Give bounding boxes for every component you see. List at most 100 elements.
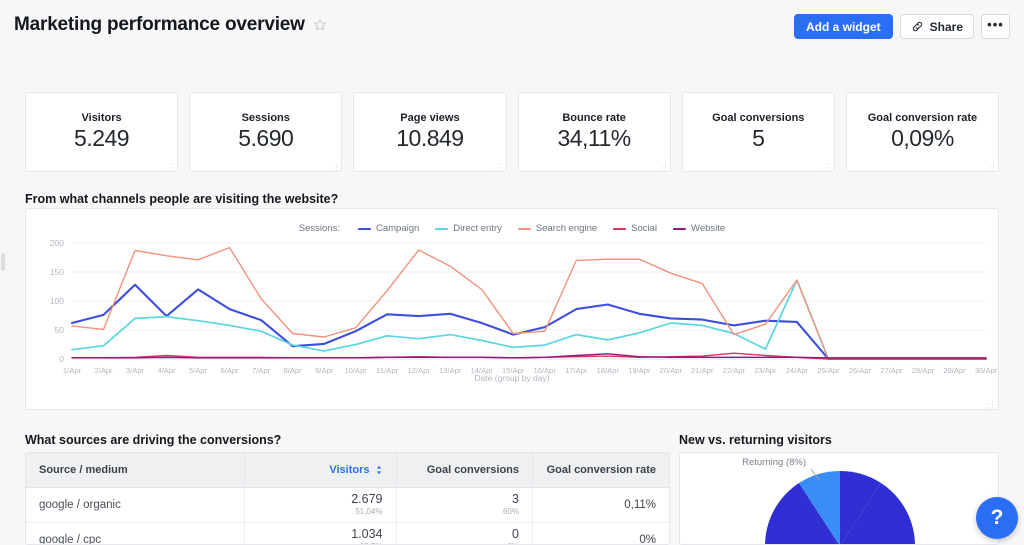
sources-table: Source / medium Visitors Goal conversion… [26,453,669,544]
legend-label: Social [631,223,658,234]
star-icon[interactable] [313,18,327,32]
share-button-label: Share [929,19,963,34]
resize-grip-icon[interactable] [165,159,174,172]
cell-goal-conversion-rate: 0% [532,522,669,544]
cell-conversions-percent: 60% [502,506,519,516]
link-icon [911,20,924,33]
table-row[interactable]: google / cpc 1.034 19,7% 0 0% 0% [26,522,669,544]
add-widget-button[interactable]: Add a widget [793,14,893,39]
legend-item-direct-entry[interactable]: Direct entry [435,223,502,234]
cell-visitors-percent: 51,04% [355,506,383,516]
cell-goal-conversions: 0 0% [396,522,533,544]
kpi-label: Goal conversion rate [867,112,978,124]
cell-visitors-value: 2.679 [351,491,383,506]
legend-swatch [613,227,627,230]
table-header: Source / medium Visitors Goal conversion… [26,453,669,488]
kpi-label: Page views [400,112,460,124]
svg-text:50: 50 [55,325,65,335]
cell-goal-conversions: 3 60% [396,487,533,523]
legend-swatch [517,227,531,230]
kpi-card-goal-conversions[interactable]: Goal conversions 5 [681,92,835,172]
legend-item-campaign[interactable]: Campaign [357,223,420,234]
legend-swatch [435,227,449,230]
table-row[interactable]: google / organic 2.679 51,04% 3 60% 0,11… [26,487,669,523]
resize-grip-icon[interactable] [985,396,994,409]
column-header-source[interactable]: Source / medium [26,453,245,488]
channels-chart-panel: Sessions: Campaign Direct entry Search e… [25,208,999,410]
series-line-direct-entry [71,279,987,360]
title-group: Marketing performance overview [14,14,327,36]
page-header: Marketing performance overview Add a wid… [0,0,1024,56]
column-header-goal-conversion-rate[interactable]: Goal conversion rate [532,453,669,488]
kpi-card-visitors[interactable]: Visitors 5.249 [25,92,179,172]
page-title: Marketing performance overview [14,14,305,35]
kpi-value: 5.249 [74,125,130,151]
cell-visitors: 2.679 51,04% [244,487,397,523]
chart-legend: Sessions: Campaign Direct entry Search e… [26,223,998,234]
kpi-card-goal-conversion-rate[interactable]: Goal conversion rate 0,09% [845,92,1000,172]
column-header-visitors-label: Visitors [329,463,370,476]
kpi-label: Bounce rate [562,112,626,124]
kpi-card-bounce-rate[interactable]: Bounce rate 34,11% [517,92,671,172]
kpi-label: Goal conversions [712,112,805,124]
resize-grip-icon[interactable] [329,159,338,172]
new-vs-returning-panel[interactable]: Returning (8%) [679,452,999,545]
legend-item-website[interactable]: Website [673,223,725,234]
column-header-visitors[interactable]: Visitors [244,453,397,488]
kpi-value: 5 [752,125,765,151]
legend-swatch [357,227,371,230]
cell-source: google / cpc [26,522,245,544]
kpi-value: 34,11% [557,125,631,151]
more-options-button[interactable]: ••• [981,14,1010,39]
series-line-search-engine [71,246,987,360]
svg-text:150: 150 [50,267,64,277]
kpi-card-page-views[interactable]: Page views 10.849 [353,92,507,172]
x-axis-title: Date (group by day) [474,373,550,383]
cell-visitors-value: 1.034 [351,526,383,541]
pie-annotation-label: Returning (8%) [742,457,806,468]
sources-table-panel: Source / medium Visitors Goal conversion… [25,452,670,545]
panel-resize-handle[interactable] [1,253,5,271]
sources-section-title: What sources are driving the conversions… [25,433,282,447]
legend-label: Campaign [375,223,420,234]
legend-title: Sessions: [298,223,340,234]
line-chart-svg: 0501001502001/Apr 2/Apr 3/Apr 4/Apr 5/Apr 6/A… [50,238,998,375]
legend-item-search-engine[interactable]: Search engine [517,223,598,234]
cell-visitors-percent: 19,7% [258,542,383,544]
kpi-card-sessions[interactable]: Sessions 5.690 [189,92,343,172]
resize-grip-icon[interactable] [494,159,503,172]
line-chart-plot[interactable]: 0 50 100 150 200 1/Apr 2/Apr 3/Apr 4/Apr 5/Apr 6/A… [26,235,1000,381]
svg-text:100: 100 [50,296,64,306]
kpi-label: Sessions [241,112,290,124]
header-actions: Add a widget Share ••• [793,14,1010,39]
pie-section-title: New vs. returning visitors [679,433,832,447]
cell-conversions-value: 3 [512,491,519,506]
column-header-visitors-inner: Visitors [258,464,383,476]
table-header-row: Source / medium Visitors Goal conversion… [26,453,669,488]
cell-conversions-value: 0 [512,526,519,541]
series-line-website [71,353,987,359]
kpi-value: 10.849 [396,125,464,151]
resize-grip-icon[interactable] [822,159,831,172]
legend-label: Website [691,223,726,234]
legend-label: Direct entry [453,223,502,234]
kpi-label: Visitors [81,112,122,124]
pie-chart-svg: Returning (8%) [742,457,915,544]
resize-grip-icon[interactable] [658,159,667,172]
sort-chevron-icon [375,465,383,475]
svg-text:200: 200 [50,238,64,248]
dashboard-page: Marketing performance overview Add a wid… [0,0,1024,545]
column-header-goal-conversions[interactable]: Goal conversions [396,453,533,488]
kpi-value: 5.690 [238,125,294,151]
share-button[interactable]: Share [899,14,974,39]
channels-section-title: From what channels people are visiting t… [25,192,339,206]
resize-grip-icon[interactable] [986,159,995,172]
cell-goal-conversion-rate: 0,11% [532,487,669,523]
legend-item-social[interactable]: Social [613,223,657,234]
svg-text:0: 0 [59,354,64,364]
help-button[interactable]: ? [976,497,1018,539]
legend-label: Search engine [535,223,598,234]
cell-source: google / organic [26,487,245,523]
cell-conversions-percent: 0% [410,542,519,544]
kpi-card-row: Visitors 5.249 Sessions 5.690 Page views… [25,92,1000,172]
